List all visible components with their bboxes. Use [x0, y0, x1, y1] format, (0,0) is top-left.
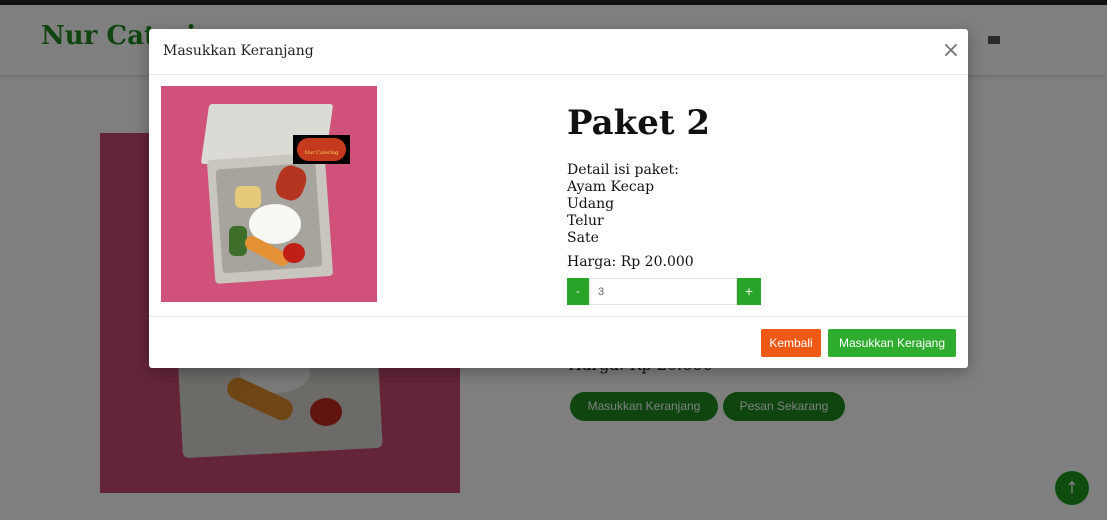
- detail-label: Detail isi paket:: [567, 162, 679, 178]
- product-image: Nur Catering: [161, 86, 377, 302]
- add-to-cart-modal: Masukkan Keranjang × Nur Catering Paket …: [149, 29, 968, 368]
- catering-logo-text: Nur Catering: [297, 138, 346, 161]
- add-to-cart-button[interactable]: Masukkan Kerajang: [828, 329, 956, 357]
- decrease-quantity-button[interactable]: -: [567, 278, 589, 305]
- detail-item: Ayam Kecap: [567, 179, 655, 195]
- product-price: Harga: Rp 20.000: [567, 254, 694, 270]
- sauce-food: [283, 243, 305, 263]
- detail-item: Telur: [567, 213, 604, 229]
- catering-logo: Nur Catering: [293, 135, 350, 164]
- close-icon[interactable]: ×: [939, 38, 963, 64]
- modal-footer: Kembali Masukkan Kerajang: [149, 316, 968, 368]
- increase-quantity-button[interactable]: +: [737, 278, 761, 305]
- quantity-input[interactable]: [589, 278, 737, 305]
- quantity-stepper: - +: [567, 278, 761, 305]
- modal-title: Masukkan Keranjang: [163, 43, 314, 59]
- modal-header: Masukkan Keranjang ×: [149, 29, 968, 75]
- back-button[interactable]: Kembali: [761, 329, 821, 357]
- detail-item: Sate: [567, 230, 599, 246]
- detail-item: Udang: [567, 196, 615, 212]
- product-title: Paket 2: [567, 103, 711, 143]
- egg-food: [235, 186, 261, 208]
